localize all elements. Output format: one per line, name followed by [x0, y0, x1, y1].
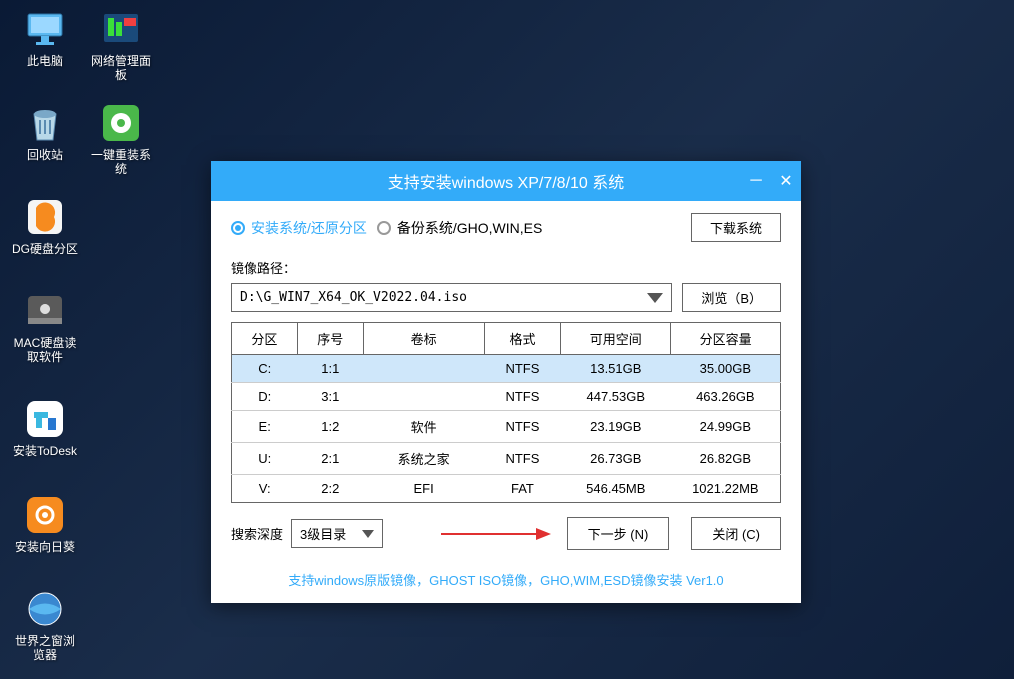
- desktop-icon-label: 安装ToDesk: [13, 444, 77, 458]
- table-cell: 463.26GB: [671, 383, 781, 411]
- desktop-icon-label: 网络管理面板: [86, 54, 156, 83]
- radio-label: 安装系统/还原分区: [251, 218, 367, 238]
- table-cell: 软件: [363, 411, 484, 443]
- table-cell: 35.00GB: [671, 355, 781, 383]
- col-partition[interactable]: 分区: [232, 323, 298, 355]
- table-cell: V:: [232, 475, 298, 503]
- image-path-select[interactable]: D:\G_WIN7_X64_OK_V2022.04.iso: [231, 283, 672, 312]
- todesk-icon: [24, 398, 66, 440]
- table-cell: 系统之家: [363, 443, 484, 475]
- table-cell: FAT: [484, 475, 561, 503]
- dialog-title: 支持安装windows XP/7/8/10 系统: [388, 169, 625, 193]
- table-cell: 447.53GB: [561, 383, 671, 411]
- table-cell: 1021.22MB: [671, 475, 781, 503]
- desktop-icon-label: 世界之窗浏览器: [10, 634, 80, 663]
- radio-label: 备份系统/GHO,WIN,ES: [397, 218, 542, 238]
- mac-disk-icon: [24, 290, 66, 332]
- search-depth-label: 搜索深度: [231, 524, 283, 543]
- table-cell: NTFS: [484, 383, 561, 411]
- chevron-down-icon: [647, 293, 663, 303]
- radio-icon: [377, 221, 391, 235]
- table-cell: 13.51GB: [561, 355, 671, 383]
- search-depth-value: 3级目录: [300, 524, 346, 543]
- download-system-button[interactable]: 下载系统: [691, 213, 781, 242]
- col-seq[interactable]: 序号: [297, 323, 363, 355]
- desktop-icon-theworld-browser[interactable]: 世界之窗浏览器: [10, 588, 80, 663]
- image-path-value: D:\G_WIN7_X64_OK_V2022.04.iso: [240, 290, 467, 305]
- table-cell: 3:1: [297, 383, 363, 411]
- desktop-icon-dg-partition[interactable]: DG硬盘分区: [10, 196, 80, 256]
- desktop-icon-reinstall[interactable]: 一键重装系统: [86, 102, 156, 177]
- search-depth-select[interactable]: 3级目录: [291, 519, 383, 548]
- table-cell: C:: [232, 355, 298, 383]
- network-panel-icon: [100, 8, 142, 50]
- col-capacity[interactable]: 分区容量: [671, 323, 781, 355]
- desktop-icon-sunflower[interactable]: 安装向日葵: [10, 494, 80, 554]
- desktop-icon-label: 回收站: [27, 148, 63, 162]
- table-cell: 1:2: [297, 411, 363, 443]
- titlebar[interactable]: 支持安装windows XP/7/8/10 系统 ─ ✕: [211, 161, 801, 201]
- footer-text: 支持windows原版镜像，GHOST ISO镜像，GHO,WIM,ESD镜像安…: [211, 558, 801, 603]
- gear-green-icon: [100, 102, 142, 144]
- desktop-icon-todesk[interactable]: 安装ToDesk: [10, 398, 80, 458]
- table-cell: 24.99GB: [671, 411, 781, 443]
- chevron-down-icon: [362, 530, 374, 538]
- close-dialog-button[interactable]: 关闭 (C): [691, 517, 781, 550]
- minimize-button[interactable]: ─: [741, 161, 771, 201]
- table-cell: E:: [232, 411, 298, 443]
- col-format[interactable]: 格式: [484, 323, 561, 355]
- table-cell: D:: [232, 383, 298, 411]
- table-row[interactable]: V:2:2EFIFAT546.45MB1021.22MB: [232, 475, 781, 503]
- col-volume[interactable]: 卷标: [363, 323, 484, 355]
- close-button[interactable]: ✕: [771, 161, 801, 201]
- table-cell: 546.45MB: [561, 475, 671, 503]
- image-path-label: 镜像路径：: [231, 258, 781, 277]
- table-cell: 26.73GB: [561, 443, 671, 475]
- desktop-icon-label: 安装向日葵: [15, 540, 75, 554]
- desktop-icon-label: DG硬盘分区: [12, 242, 78, 256]
- sunflower-icon: [24, 494, 66, 536]
- table-cell: 2:1: [297, 443, 363, 475]
- desktop-icon-network-panel[interactable]: 网络管理面板: [86, 8, 156, 83]
- globe-icon: [24, 588, 66, 630]
- disk-orange-icon: [24, 196, 66, 238]
- annotation-arrow: [391, 524, 558, 544]
- table-cell: [363, 355, 484, 383]
- desktop-icon-mac-disk[interactable]: MAC硬盘读取软件: [10, 290, 80, 365]
- desktop-icon-label: MAC硬盘读取软件: [10, 336, 80, 365]
- table-cell: [363, 383, 484, 411]
- browse-button[interactable]: 浏览（B）: [682, 283, 781, 312]
- table-cell: 26.82GB: [671, 443, 781, 475]
- installer-dialog: 支持安装windows XP/7/8/10 系统 ─ ✕ 安装系统/还原分区 备…: [211, 161, 801, 603]
- table-cell: 1:1: [297, 355, 363, 383]
- table-row[interactable]: E:1:2软件NTFS23.19GB24.99GB: [232, 411, 781, 443]
- table-cell: EFI: [363, 475, 484, 503]
- partition-table: 分区 序号 卷标 格式 可用空间 分区容量 C:1:1NTFS13.51GB35…: [231, 322, 781, 503]
- table-row[interactable]: U:2:1系统之家NTFS26.73GB26.82GB: [232, 443, 781, 475]
- trash-icon: [24, 102, 66, 144]
- table-cell: NTFS: [484, 355, 561, 383]
- table-cell: 2:2: [297, 475, 363, 503]
- radio-install-restore[interactable]: 安装系统/还原分区: [231, 218, 367, 238]
- next-button[interactable]: 下一步 (N): [567, 517, 670, 550]
- table-cell: U:: [232, 443, 298, 475]
- table-cell: NTFS: [484, 411, 561, 443]
- table-row[interactable]: C:1:1 NTFS13.51GB35.00GB: [232, 355, 781, 383]
- desktop-icon-recycle-bin[interactable]: 回收站: [10, 102, 80, 162]
- col-free[interactable]: 可用空间: [561, 323, 671, 355]
- table-cell: NTFS: [484, 443, 561, 475]
- table-cell: 23.19GB: [561, 411, 671, 443]
- desktop-icon-label: 一键重装系统: [86, 148, 156, 177]
- radio-icon: [231, 221, 245, 235]
- radio-backup[interactable]: 备份系统/GHO,WIN,ES: [377, 218, 542, 238]
- table-row[interactable]: D:3:1 NTFS447.53GB463.26GB: [232, 383, 781, 411]
- desktop-icon-this-pc[interactable]: 此电脑: [10, 8, 80, 68]
- monitor-icon: [24, 8, 66, 50]
- desktop-icon-label: 此电脑: [27, 54, 63, 68]
